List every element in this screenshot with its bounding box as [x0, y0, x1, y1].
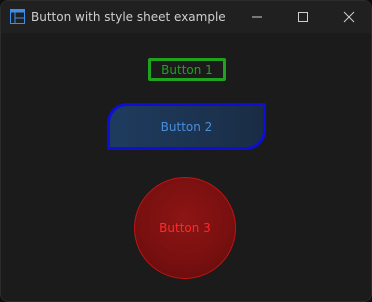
close-icon: [343, 11, 355, 23]
maximize-button[interactable]: [280, 1, 326, 33]
button-3-label: Button 3: [159, 221, 211, 235]
maximize-icon: [297, 11, 309, 23]
close-button[interactable]: [326, 1, 371, 33]
button-2-label: Button 2: [160, 119, 213, 134]
button-3[interactable]: Button 3: [134, 177, 236, 279]
button-1[interactable]: Button 1: [148, 58, 226, 81]
app-window-icon: [10, 9, 25, 24]
button-2[interactable]: Button 2: [107, 103, 266, 150]
minimize-button[interactable]: [234, 1, 280, 33]
app-window: Button with style sheet example Button 1…: [0, 0, 372, 302]
title-bar[interactable]: Button with style sheet example: [1, 1, 371, 33]
window-content: Button 1 Button 2 Button 3: [1, 33, 371, 301]
button-1-label: Button 1: [161, 62, 213, 77]
window-title: Button with style sheet example: [31, 10, 226, 24]
minimize-icon: [251, 11, 263, 23]
